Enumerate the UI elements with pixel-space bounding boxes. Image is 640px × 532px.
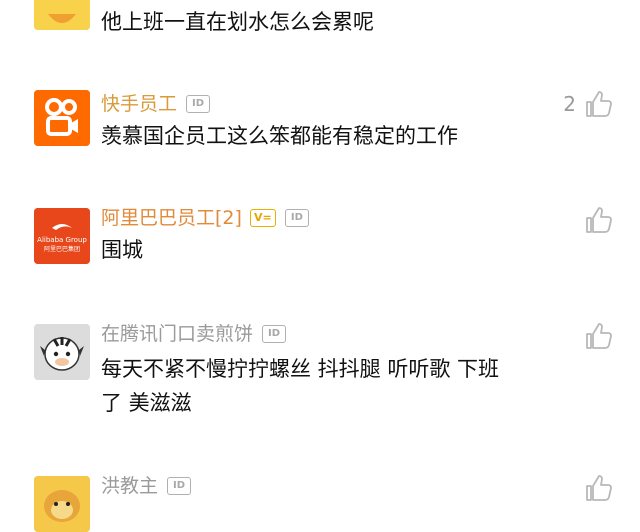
thumbs-up-icon[interactable]	[584, 322, 612, 350]
like-button[interactable]: 2	[563, 90, 612, 118]
comment-text: 羡慕国企员工这么笨都能有稳定的工作	[101, 124, 458, 148]
commenter-name[interactable]: 在腾讯门口卖煎饼 ID	[101, 322, 287, 346]
comment-text: 他上班一直在划水怎么会累呢	[101, 10, 374, 34]
avatar[interactable]: Alibaba Group 阿里巴巴集团	[34, 208, 90, 264]
commenter-name-text[interactable]: 在腾讯门口卖煎饼	[101, 322, 253, 346]
id-badge: ID	[262, 325, 287, 343]
kuaishou-logo-icon	[34, 90, 90, 146]
commenter-name[interactable]: 阿里巴巴员工[2] V= ID	[101, 206, 309, 230]
alibaba-logo-icon: Alibaba Group 阿里巴巴集团	[34, 208, 90, 264]
thumbs-up-icon[interactable]	[584, 206, 612, 234]
zebra-avatar-icon	[34, 324, 90, 380]
like-button[interactable]	[584, 206, 612, 234]
avatar[interactable]	[34, 324, 90, 380]
like-button[interactable]	[584, 474, 612, 502]
id-badge: ID	[186, 95, 211, 113]
thumbs-up-icon[interactable]	[584, 90, 612, 118]
alibaba-logo-subtext: 阿里巴巴集团	[44, 245, 80, 253]
alibaba-logo-text: Alibaba Group	[37, 236, 87, 244]
thumbs-up-icon[interactable]	[584, 474, 612, 502]
like-count: 2	[563, 92, 576, 116]
avatar[interactable]	[34, 476, 90, 532]
comment-text-line: 每天不紧不慢拧拧螺丝 抖抖腿 听听歌 下班	[101, 357, 500, 381]
commenter-name[interactable]: 快手员工 ID	[101, 92, 211, 116]
commenter-name-text[interactable]: 快手员工	[101, 92, 177, 116]
id-badge: ID	[284, 209, 309, 227]
avatar-image	[34, 0, 90, 30]
id-badge: ID	[167, 477, 192, 495]
verified-badge: V=	[249, 209, 276, 227]
monkey-avatar-icon	[34, 476, 90, 532]
avatar[interactable]	[34, 0, 90, 30]
commenter-name-text[interactable]: 洪教主	[101, 474, 158, 498]
comment-text: 围城	[101, 238, 143, 262]
comment-text-line: 了 美滋滋	[101, 391, 192, 415]
commenter-name[interactable]: 洪教主 ID	[101, 474, 192, 498]
avatar[interactable]	[34, 90, 90, 146]
comment-text: 每天不紧不慢拧拧螺丝 抖抖腿 听听歌 下班 了 美滋滋	[101, 352, 581, 420]
like-button[interactable]	[584, 322, 612, 350]
commenter-name-text[interactable]: 阿里巴巴员工[2]	[101, 206, 242, 230]
